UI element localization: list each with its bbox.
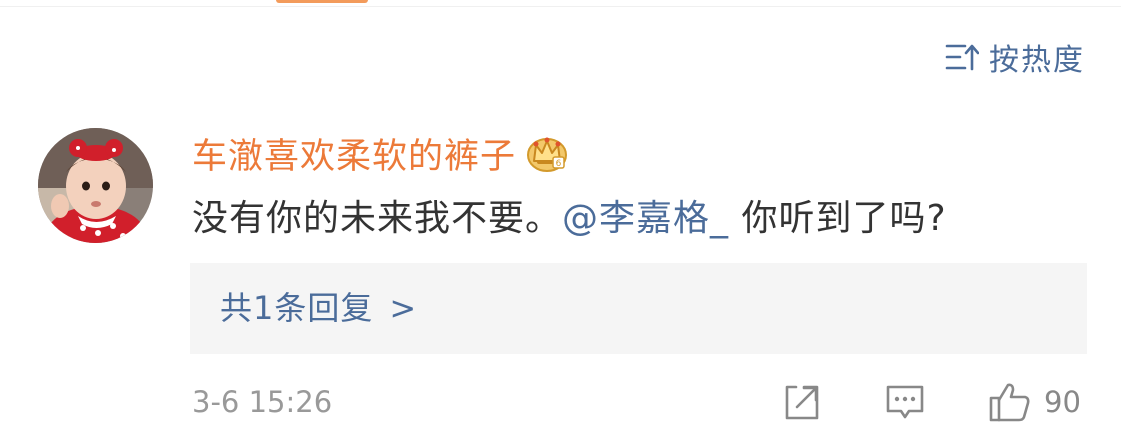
- replies-panel[interactable]: 共1条回复 >: [190, 263, 1087, 354]
- comment-card: 按热度 车澈喜欢柔软的裤子 6 没有你的未来我不要。@李嘉格_ 你听到了吗? 共…: [0, 0, 1121, 433]
- comment-body: 没有你的未来我不要。: [192, 198, 563, 239]
- comment-text: 没有你的未来我不要。@李嘉格_ 你听到了吗?: [192, 192, 947, 246]
- mention-link[interactable]: @李嘉格_: [562, 198, 729, 239]
- comment-body-tail: 你听到了吗?: [729, 198, 947, 239]
- avatar[interactable]: [38, 128, 153, 243]
- svg-text:6: 6: [556, 159, 562, 169]
- username-row: 车澈喜欢柔软的裤子 6: [192, 128, 568, 178]
- username[interactable]: 车澈喜欢柔软的裤子: [192, 128, 516, 179]
- like-count: 90: [1044, 385, 1081, 419]
- previous-item-edge: [0, 0, 1121, 7]
- crown-badge-icon: 6: [527, 137, 568, 172]
- sort-label: 按热度: [989, 43, 1085, 78]
- sort-by-heat-button[interactable]: 按热度: [945, 36, 1085, 78]
- share-button[interactable]: [782, 380, 822, 424]
- comment-icon: [886, 385, 924, 419]
- view-replies-link[interactable]: 共1条回复 >: [220, 263, 417, 354]
- reply-button[interactable]: [884, 380, 926, 424]
- replies-label: 共1条回复: [220, 289, 374, 327]
- timestamp: 3-6 15:26: [192, 385, 333, 419]
- thumbs-up-icon: [989, 383, 1030, 422]
- share-icon: [785, 385, 819, 420]
- like-button[interactable]: 90: [988, 380, 1081, 424]
- previous-item-accent: [276, 0, 368, 3]
- sort-icon: [945, 44, 979, 71]
- chevron-right-icon: >: [389, 289, 418, 327]
